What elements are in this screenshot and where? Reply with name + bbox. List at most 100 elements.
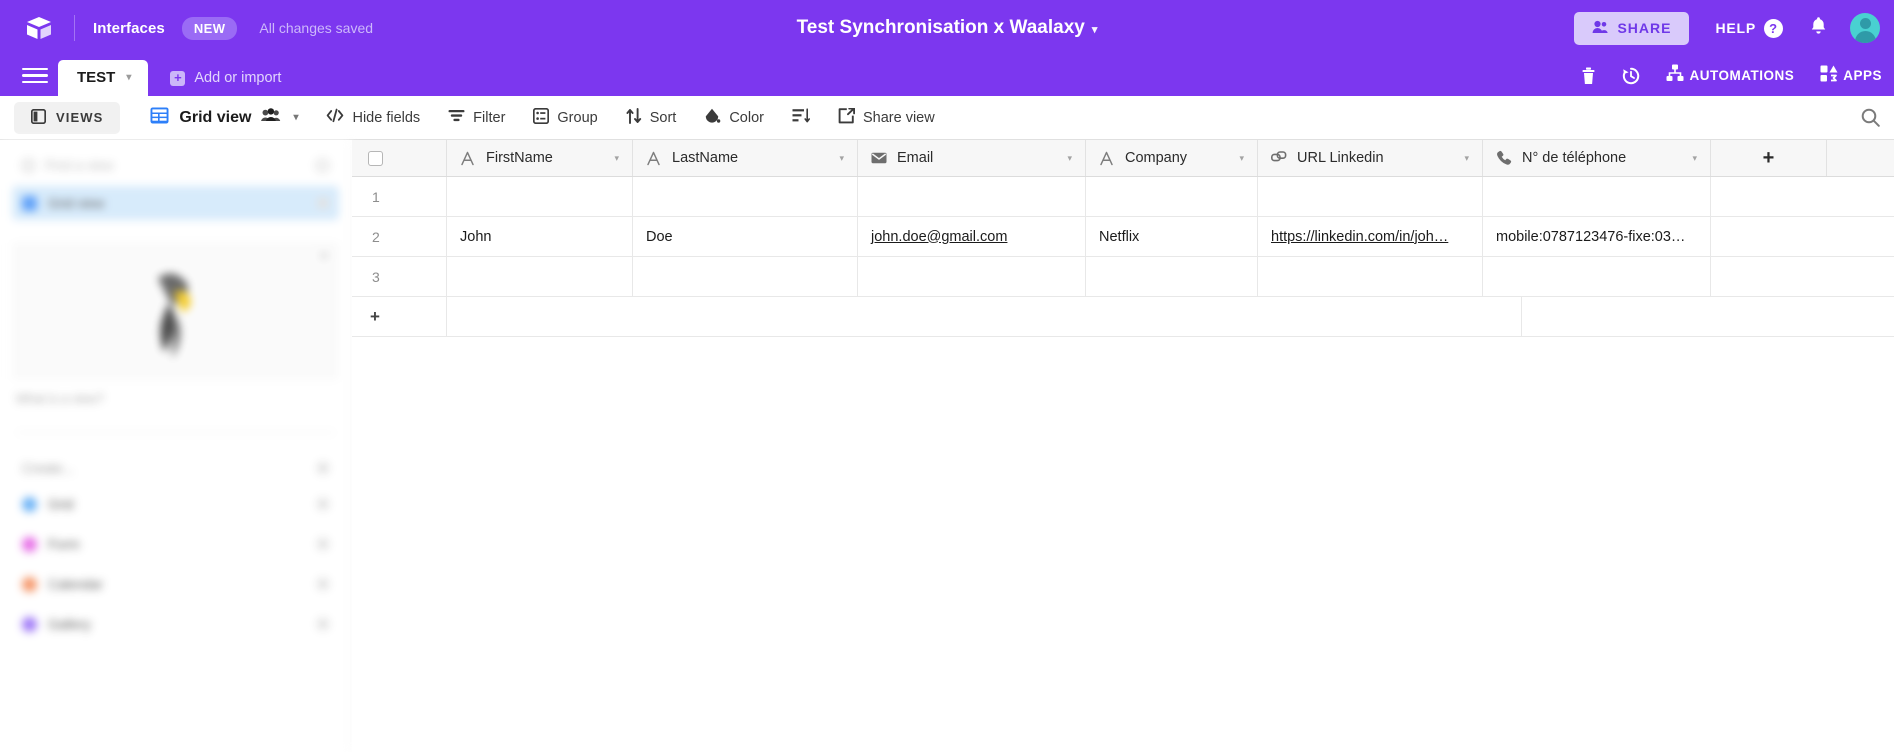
add-icon[interactable] — [317, 538, 329, 550]
tabbar-actions: AUTOMATIONS APPS — [1555, 64, 1882, 87]
cell-phone[interactable]: mobile:0787123476-fixe:03… — [1483, 217, 1711, 256]
filter-button[interactable]: Filter — [448, 109, 505, 126]
form-color-dot-icon — [22, 536, 37, 552]
grid-icon — [22, 195, 37, 211]
link-url-icon — [1271, 151, 1288, 165]
share-button[interactable]: SHARE — [1574, 11, 1690, 45]
add-icon[interactable] — [317, 578, 329, 590]
filter-label: Filter — [473, 109, 506, 126]
share-view-button[interactable]: Share view — [838, 107, 935, 128]
table-tab-bar: TEST ▾ + Add or import AUTOMATIONS APPS — [0, 56, 1894, 96]
help-button[interactable]: HELP ? — [1715, 18, 1783, 38]
cell-phone[interactable] — [1483, 257, 1711, 296]
group-icon — [533, 107, 550, 128]
text-A-icon — [1099, 151, 1116, 166]
chevron-down-icon[interactable]: ▾ — [1239, 153, 1244, 164]
chevron-down-icon[interactable]: ▾ — [1067, 153, 1072, 164]
cell-company[interactable]: Netflix — [1086, 217, 1258, 256]
main-content: Find a view Grid view ✕ What is a view? … — [0, 140, 1894, 752]
cell-company[interactable] — [1086, 257, 1258, 296]
chevron-down-icon[interactable]: ▾ — [293, 112, 298, 123]
add-icon[interactable] — [317, 498, 329, 510]
sidebar-item-label: Grid — [48, 496, 74, 512]
row-height-button[interactable] — [792, 108, 810, 127]
color-button[interactable]: Color — [704, 108, 764, 128]
select-all-checkbox[interactable] — [368, 150, 383, 166]
column-header-email[interactable]: Email ▾ — [858, 140, 1086, 176]
add-field-button[interactable]: + — [1711, 140, 1827, 176]
hamburger-menu-icon[interactable] — [22, 64, 48, 88]
group-button[interactable]: Group — [533, 107, 598, 128]
apps-button[interactable]: APPS — [1820, 65, 1882, 87]
close-icon[interactable]: ✕ — [319, 249, 329, 263]
chevron-down-icon[interactable]: ▾ — [614, 153, 619, 164]
cell-firstname[interactable]: John — [447, 217, 633, 256]
color-label: Color — [729, 109, 764, 126]
avatar[interactable] — [1850, 13, 1880, 43]
history-clock-icon[interactable] — [1622, 67, 1640, 85]
email-envelope-icon — [871, 152, 888, 164]
cell-url-linkedin[interactable] — [1258, 257, 1483, 296]
add-row[interactable]: + — [352, 297, 1894, 337]
chevron-down-icon[interactable]: ▾ — [1092, 23, 1098, 36]
add-icon[interactable] — [317, 618, 329, 630]
cell-email[interactable] — [858, 177, 1086, 216]
sidebar-item-grid[interactable]: Grid — [12, 487, 339, 521]
column-header-company[interactable]: Company ▾ — [1086, 140, 1258, 176]
automations-button[interactable]: AUTOMATIONS — [1666, 64, 1794, 87]
people-icon — [1592, 20, 1609, 37]
row-number: 3 — [352, 257, 447, 296]
sidebar-item-grid-view[interactable]: Grid view — [12, 186, 339, 220]
automations-label: AUTOMATIONS — [1689, 68, 1795, 83]
cell-url-linkedin[interactable]: https://linkedin.com/in/joh… — [1258, 217, 1483, 256]
text-A-icon — [646, 151, 663, 166]
what-is-a-view-caption: What is a view? — [16, 392, 104, 406]
cell-url-linkedin[interactable] — [1258, 177, 1483, 216]
cell-firstname[interactable] — [447, 177, 633, 216]
column-header-firstname[interactable]: FirstName ▾ — [447, 140, 633, 176]
cell-email[interactable] — [858, 257, 1086, 296]
grid-header-row: FirstName ▾ LastName ▾ Email ▾ Company ▾… — [352, 140, 1894, 177]
column-header-lastname[interactable]: LastName ▾ — [633, 140, 858, 176]
bell-icon[interactable] — [1809, 16, 1828, 41]
gear-icon[interactable] — [317, 197, 329, 209]
cell-lastname[interactable]: Doe — [633, 217, 858, 256]
grid-view-selector[interactable]: Grid view ▾ — [150, 106, 298, 130]
airtable-cube-logo[interactable] — [22, 11, 56, 45]
chevron-down-icon[interactable]: ▾ — [1692, 153, 1697, 164]
sort-button[interactable]: Sort — [626, 107, 677, 128]
cell-email[interactable]: john.doe@gmail.com — [858, 217, 1086, 256]
grid-icon — [150, 106, 169, 130]
info-icon[interactable] — [317, 462, 329, 474]
sidebar-item-form[interactable]: Form — [12, 527, 339, 561]
cell-phone[interactable] — [1483, 177, 1711, 216]
sidebar-item-calendar[interactable]: Calendar — [12, 567, 339, 601]
chevron-down-icon[interactable]: ▾ — [126, 72, 131, 83]
add-row-button[interactable]: + — [352, 297, 447, 336]
view-search-input[interactable]: Find a view — [12, 150, 339, 180]
add-or-import-button[interactable]: + Add or import — [170, 70, 281, 86]
column-header-phone[interactable]: N° de téléphone ▾ — [1483, 140, 1711, 176]
table-row[interactable]: 1 — [352, 177, 1894, 217]
share-view-label: Share view — [862, 109, 935, 126]
sidebar-item-gallery[interactable]: Gallery — [12, 607, 339, 641]
chevron-down-icon[interactable]: ▾ — [1464, 153, 1469, 164]
table-row[interactable]: 3 — [352, 257, 1894, 297]
gear-icon[interactable] — [316, 158, 329, 172]
chevron-down-icon[interactable]: ▾ — [839, 153, 844, 164]
column-header-url-linkedin[interactable]: URL Linkedin ▾ — [1258, 140, 1483, 176]
share-button-label: SHARE — [1617, 20, 1672, 36]
interfaces-link[interactable]: Interfaces — [93, 20, 165, 37]
search-icon[interactable] — [1861, 108, 1880, 127]
row-number: 2 — [352, 217, 447, 256]
sort-label: Sort — [649, 109, 677, 126]
cell-lastname[interactable] — [633, 177, 858, 216]
cell-firstname[interactable] — [447, 257, 633, 296]
cell-company[interactable] — [1086, 177, 1258, 216]
tab-test[interactable]: TEST ▾ — [58, 60, 149, 96]
table-row[interactable]: 2 John Doe john.doe@gmail.com Netflix ht… — [352, 217, 1894, 257]
cell-lastname[interactable] — [633, 257, 858, 296]
views-button[interactable]: VIEWS — [14, 101, 121, 134]
trash-icon[interactable] — [1581, 67, 1596, 85]
hide-fields-button[interactable]: Hide fields — [326, 108, 420, 127]
